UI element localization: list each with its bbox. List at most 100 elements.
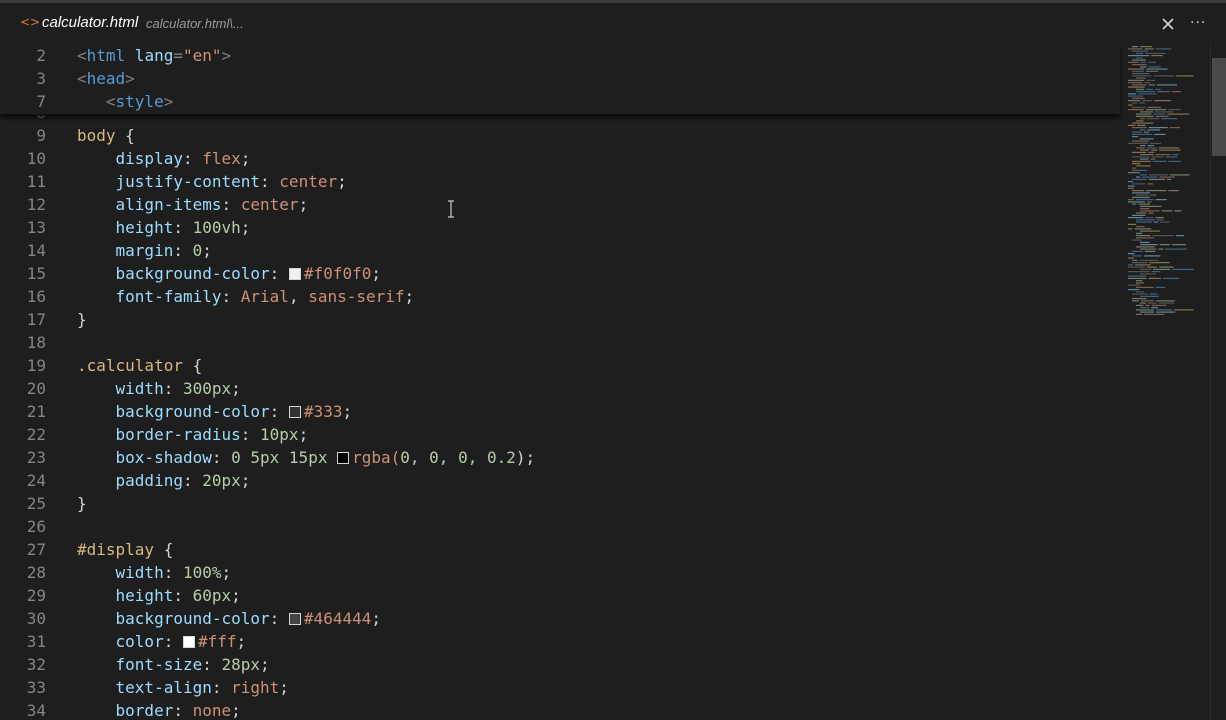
minimap-line xyxy=(1136,212,1147,214)
line-number: 27 xyxy=(26,540,46,559)
code-text: width: 300px; xyxy=(77,377,241,400)
minimap-line xyxy=(1175,235,1184,237)
line-number: 34 xyxy=(26,701,46,720)
minimap-line xyxy=(1158,302,1175,304)
minimap-line xyxy=(1147,61,1157,63)
line-number: 21 xyxy=(26,402,46,421)
minimap-line xyxy=(1153,221,1159,223)
code-line[interactable]: 10 display: flex; xyxy=(0,147,1120,170)
tab-title[interactable]: calculator.html xyxy=(42,14,138,32)
minimap-line xyxy=(1132,169,1148,171)
code-line[interactable]: 3 <head> xyxy=(0,67,1120,90)
scrollbar-thumb[interactable] xyxy=(1212,58,1226,156)
code-line[interactable]: 11 justify-content: center; xyxy=(0,170,1120,193)
color-swatch[interactable] xyxy=(337,452,350,464)
code-editor[interactable]: 2<html lang="en">3<head>7 <style> 89body… xyxy=(0,44,1226,720)
code-line[interactable]: 23 box-shadow: 0 5px 15px rgba(0, 0, 0, … xyxy=(0,446,1120,469)
code-token: background-color xyxy=(77,264,270,283)
code-token: : xyxy=(269,609,289,628)
code-line[interactable]: 16 font-family: Arial, sans-serif; xyxy=(0,285,1120,308)
code-line[interactable]: 32 font-size: 28px; xyxy=(0,653,1120,676)
code-token: { xyxy=(182,356,203,375)
minimap-line xyxy=(1161,210,1173,212)
minimap-line xyxy=(1136,280,1143,282)
code-text: box-shadow: 0 5px 15px rgba(0, 0, 0, 0.2… xyxy=(77,446,536,469)
minimap-line xyxy=(1155,154,1171,156)
minimap-line xyxy=(1163,277,1180,279)
minimap-line xyxy=(1136,237,1155,239)
code-token: border xyxy=(77,701,174,720)
minimap-line xyxy=(1146,266,1158,268)
minimap-line xyxy=(1155,286,1165,288)
minimap-line xyxy=(1128,185,1135,187)
code-text: #display { xyxy=(77,538,173,561)
color-swatch[interactable] xyxy=(288,613,301,625)
code-line[interactable]: 28 width: 100%; xyxy=(0,561,1120,584)
minimap-line xyxy=(1138,93,1157,95)
code-line[interactable]: 33 text-align: right; xyxy=(0,676,1120,699)
sticky-scroll-header[interactable]: 2 <html lang="en"> 3 <head> 7 <style> xyxy=(0,44,1120,115)
code-line[interactable]: 22 border-radius: 10px; xyxy=(0,423,1120,446)
code-line[interactable]: 14 margin: 0; xyxy=(0,239,1120,262)
close-icon[interactable] xyxy=(1160,16,1176,32)
code-line[interactable]: 26 xyxy=(0,515,1120,538)
minimap-line xyxy=(1156,311,1176,313)
code-text: <style> xyxy=(77,90,173,113)
code-line[interactable]: 13 height: 100vh; xyxy=(0,216,1120,239)
minimap-line xyxy=(1155,115,1169,117)
minimap-line xyxy=(1151,271,1161,273)
minimap-line xyxy=(1159,244,1170,246)
minimap-line xyxy=(1146,88,1154,90)
minimap-line xyxy=(1128,93,1137,95)
more-actions-icon[interactable]: ··· xyxy=(1190,14,1210,32)
code-line[interactable]: 24 padding: 20px; xyxy=(0,469,1120,492)
code-token: none xyxy=(192,701,232,720)
minimap-line xyxy=(1144,82,1151,84)
line-number: 15 xyxy=(26,264,46,283)
color-swatch[interactable] xyxy=(288,268,301,280)
code-line[interactable]: 15 background-color: #f0f0f0; xyxy=(0,262,1120,285)
code-line[interactable]: 30 background-color: #464444; xyxy=(0,607,1120,630)
code-line[interactable]: 19 .calculator { xyxy=(0,354,1120,377)
minimap-line xyxy=(1132,293,1148,295)
minimap-line xyxy=(1140,307,1150,309)
minimap-line xyxy=(1140,61,1146,63)
code-token: 0 xyxy=(192,241,203,260)
line-number: 19 xyxy=(26,356,46,375)
vertical-scrollbar[interactable] xyxy=(1210,44,1226,720)
minimap[interactable] xyxy=(1120,44,1210,720)
line-number: 9 xyxy=(36,126,46,145)
minimap-line xyxy=(1128,48,1143,50)
code-line[interactable]: 31 color: #fff; xyxy=(0,630,1120,653)
code-line[interactable]: 20 width: 300px; xyxy=(0,377,1120,400)
code-line[interactable]: 29 height: 60px; xyxy=(0,584,1120,607)
code-line[interactable]: 27 #display { xyxy=(0,538,1120,561)
code-line[interactable]: 25} xyxy=(0,492,1120,515)
color-swatch[interactable] xyxy=(182,636,195,648)
minimap-line xyxy=(1140,210,1160,212)
minimap-line xyxy=(1176,75,1194,77)
code-text: } xyxy=(77,308,87,331)
code-line[interactable]: 34 border: none; xyxy=(0,699,1120,720)
code-token: 100vh xyxy=(192,218,241,237)
minimap-line xyxy=(1132,151,1146,153)
color-swatch[interactable] xyxy=(288,406,301,418)
code-text: body { xyxy=(77,124,135,147)
minimap-line xyxy=(1153,268,1171,270)
code-token: : xyxy=(163,632,183,651)
line-number: 23 xyxy=(26,448,46,467)
code-line[interactable]: 12 align-items: center; xyxy=(0,193,1120,216)
minimap-line xyxy=(1142,176,1158,178)
minimap-line xyxy=(1140,302,1146,304)
code-line[interactable]: 7 <style> xyxy=(0,90,1120,113)
code-line[interactable]: 18 xyxy=(0,331,1120,354)
code-line[interactable]: 17} xyxy=(0,308,1120,331)
minimap-line xyxy=(1151,55,1163,57)
minimap-line xyxy=(1144,131,1150,133)
minimap-line xyxy=(1148,151,1155,153)
minimap-line xyxy=(1150,142,1161,144)
code-line[interactable]: 9 body { xyxy=(0,124,1120,147)
code-line[interactable]: 2 <html lang="en"> xyxy=(0,44,1120,67)
minimap-line xyxy=(1136,235,1151,237)
code-line[interactable]: 21 background-color: #333; xyxy=(0,400,1120,423)
